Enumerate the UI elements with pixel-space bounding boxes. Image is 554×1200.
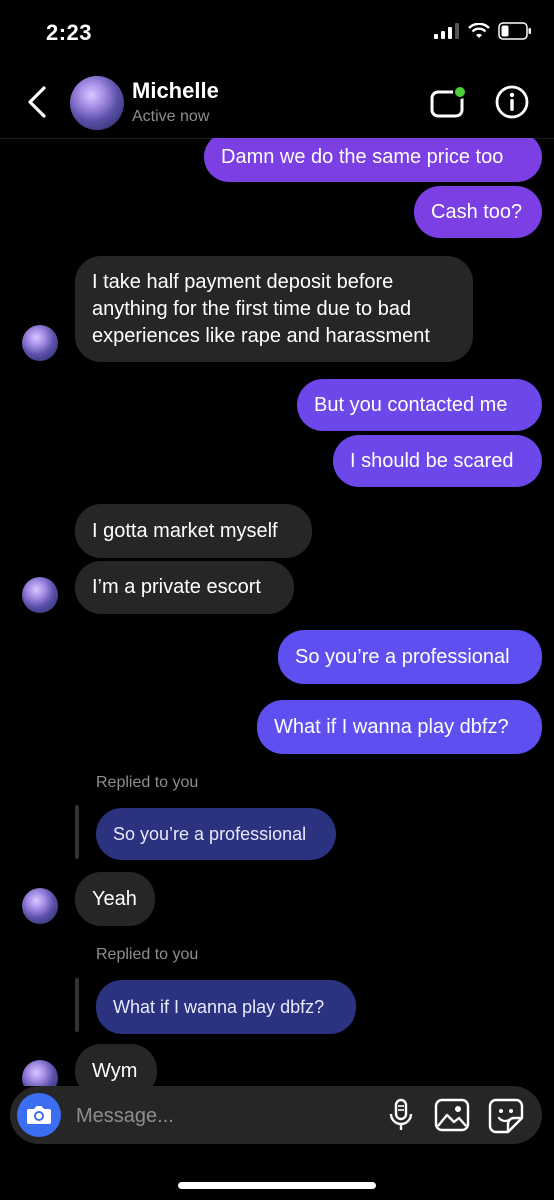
replied-to-label: Replied to you bbox=[96, 946, 199, 963]
message-incoming[interactable]: Wym bbox=[75, 1044, 157, 1086]
battery-icon bbox=[498, 22, 531, 40]
back-chevron-icon[interactable] bbox=[22, 82, 54, 122]
microphone-icon[interactable] bbox=[386, 1098, 416, 1132]
contact-avatar-small[interactable] bbox=[22, 325, 58, 361]
contact-avatar-small[interactable] bbox=[22, 1060, 58, 1086]
status-icons bbox=[434, 22, 532, 40]
message-outgoing[interactable]: But you contacted me bbox=[297, 379, 542, 431]
sticker-icon[interactable] bbox=[488, 1098, 524, 1134]
message-outgoing[interactable]: Damn we do the same price too bbox=[204, 138, 542, 182]
message-incoming[interactable]: I take half payment deposit before anyth… bbox=[75, 256, 473, 362]
message-outgoing[interactable]: What if I wanna play dbfz? bbox=[257, 700, 542, 754]
contact-avatar-small[interactable] bbox=[22, 888, 58, 924]
info-icon[interactable] bbox=[494, 84, 530, 120]
contact-avatar[interactable] bbox=[70, 76, 124, 130]
gallery-icon[interactable] bbox=[434, 1098, 470, 1132]
camera-icon bbox=[27, 1106, 51, 1124]
camera-button[interactable] bbox=[17, 1093, 61, 1137]
status-bar: 2:23 bbox=[0, 0, 554, 64]
chat-header: Michelle Active now bbox=[0, 64, 554, 139]
reply-indicator-bar bbox=[75, 978, 79, 1032]
message-composer bbox=[10, 1086, 542, 1144]
message-incoming[interactable]: I gotta market myself bbox=[75, 504, 312, 558]
quoted-message[interactable]: So you’re a professional bbox=[96, 808, 336, 860]
home-indicator[interactable] bbox=[178, 1182, 376, 1189]
contact-avatar-small[interactable] bbox=[22, 577, 58, 613]
active-status: Active now bbox=[132, 108, 210, 125]
status-time: 2:23 bbox=[46, 20, 93, 45]
reply-indicator-bar bbox=[75, 805, 79, 859]
quoted-message[interactable]: What if I wanna play dbfz? bbox=[96, 980, 356, 1034]
message-outgoing[interactable]: So you’re a professional bbox=[278, 630, 542, 684]
message-input[interactable] bbox=[74, 1100, 378, 1132]
cellular-signal-icon bbox=[434, 23, 459, 39]
message-outgoing[interactable]: Cash too? bbox=[414, 186, 542, 238]
video-call-icon[interactable] bbox=[430, 86, 470, 120]
wifi-icon bbox=[468, 23, 490, 38]
message-thread[interactable]: Damn we do the same price too Cash too? … bbox=[0, 138, 554, 1086]
contact-name[interactable]: Michelle bbox=[132, 78, 219, 104]
message-incoming[interactable]: Yeah bbox=[75, 872, 155, 926]
message-incoming[interactable]: I’m a private escort bbox=[75, 561, 294, 614]
replied-to-label: Replied to you bbox=[96, 774, 199, 791]
message-outgoing[interactable]: I should be scared bbox=[333, 435, 542, 487]
